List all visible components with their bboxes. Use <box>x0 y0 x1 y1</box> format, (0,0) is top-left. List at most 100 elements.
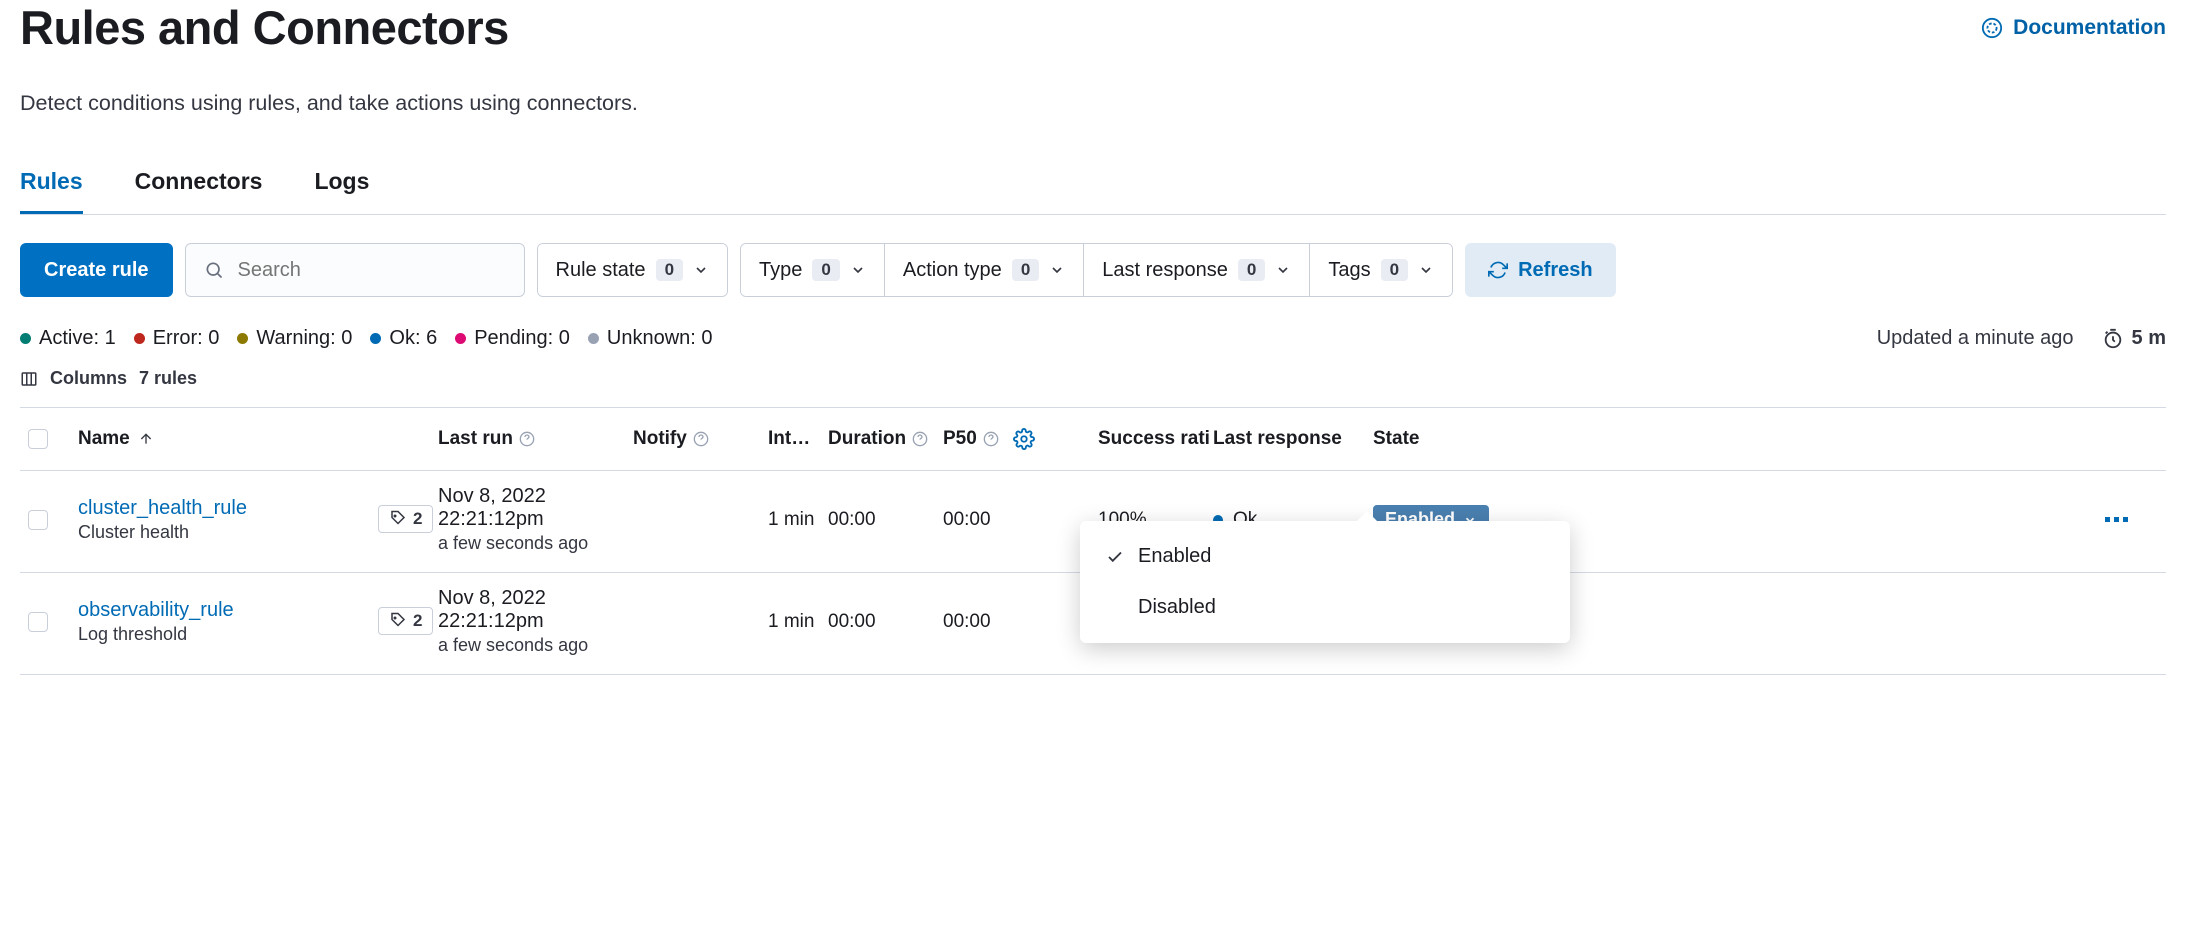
refresh-interval: 5 m <box>2132 327 2166 350</box>
rule-name-link[interactable]: cluster_health_rule <box>78 497 247 520</box>
column-duration[interactable]: Duration <box>828 428 943 450</box>
toolbar: Create rule Rule state 0 Type 0 Action t… <box>20 243 2166 297</box>
columns-button[interactable]: Columns <box>50 368 127 389</box>
filter-label: Action type <box>903 259 1002 282</box>
filter-count: 0 <box>1381 259 1408 281</box>
filter-label: Rule state <box>556 259 646 282</box>
table-row: cluster_health_rule Cluster health 2 Nov… <box>20 471 2166 573</box>
column-p50[interactable]: P50 <box>943 428 1098 450</box>
search-icon <box>204 260 224 280</box>
duration-value: 00:00 <box>828 509 943 531</box>
column-name[interactable]: Name <box>78 428 378 450</box>
rule-name-link[interactable]: observability_rule <box>78 599 234 622</box>
search-input[interactable] <box>238 259 506 282</box>
column-state[interactable]: State <box>1373 428 1523 450</box>
filter-rule-state[interactable]: Rule state 0 <box>538 244 728 296</box>
create-rule-button[interactable]: Create rule <box>20 243 173 297</box>
interval-value: 1 min <box>768 509 828 531</box>
filter-tags[interactable]: Tags 0 <box>1310 244 1452 296</box>
chevron-down-icon <box>693 262 709 278</box>
popover-disabled-option[interactable]: Disabled <box>1080 582 1570 633</box>
status-warning: Warning: 0 <box>237 327 352 350</box>
row-checkbox[interactable] <box>28 510 48 530</box>
column-last-run[interactable]: Last run <box>438 428 633 450</box>
last-run-time: 22:21:12pm <box>438 508 588 531</box>
filter-count: 0 <box>812 259 839 281</box>
column-last-response[interactable]: Last response <box>1213 428 1373 450</box>
table-header: Name Last run Notify Int… Duration P50 S… <box>20 408 2166 471</box>
filter-label: Tags <box>1328 259 1370 282</box>
search-wrapper <box>185 243 525 297</box>
status-unknown: Unknown: 0 <box>588 327 713 350</box>
rule-subtitle: Cluster health <box>78 522 247 543</box>
rules-table: Name Last run Notify Int… Duration P50 S… <box>20 407 2166 675</box>
filter-rule-state-group: Rule state 0 <box>537 243 729 297</box>
refresh-button[interactable]: Refresh <box>1465 243 1615 297</box>
check-icon <box>1106 548 1124 566</box>
status-pending: Pending: 0 <box>455 327 570 350</box>
help-icon <box>519 431 535 447</box>
column-interval[interactable]: Int… <box>768 428 828 450</box>
status-error: Error: 0 <box>134 327 220 350</box>
page-subtitle: Detect conditions using rules, and take … <box>20 91 2166 116</box>
state-popover: Enabled Disabled <box>1080 521 1570 643</box>
last-run-date: Nov 8, 2022 <box>438 485 588 508</box>
last-run-ago: a few seconds ago <box>438 635 588 656</box>
columns-icon <box>20 370 38 388</box>
rules-count: 7 rules <box>139 368 197 389</box>
clock-refresh-icon <box>2102 328 2124 350</box>
select-all-checkbox[interactable] <box>28 429 48 449</box>
filter-action-type[interactable]: Action type 0 <box>885 244 1084 296</box>
last-run-date: Nov 8, 2022 <box>438 587 588 610</box>
refresh-icon <box>1488 260 1508 280</box>
filter-label: Type <box>759 259 802 282</box>
gear-icon[interactable] <box>1013 428 1035 450</box>
filter-main-group: Type 0 Action type 0 Last response 0 Tag… <box>740 243 1453 297</box>
status-ok: Ok: 6 <box>370 327 437 350</box>
rule-subtitle: Log threshold <box>78 624 234 645</box>
status-row: Active: 1 Error: 0 Warning: 0 Ok: 6 Pend… <box>20 327 2166 350</box>
documentation-link[interactable]: Documentation <box>1981 0 2166 40</box>
tab-connectors[interactable]: Connectors <box>135 168 263 214</box>
tag-icon <box>389 612 407 630</box>
interval-value: 1 min <box>768 611 828 633</box>
last-run-time: 22:21:12pm <box>438 610 588 633</box>
chevron-down-icon <box>850 262 866 278</box>
column-success-ratio[interactable]: Success rati <box>1098 428 1213 450</box>
tag-count-badge[interactable]: 2 <box>378 607 433 635</box>
filter-label: Last response <box>1102 259 1228 282</box>
filter-count: 0 <box>1012 259 1039 281</box>
filter-count: 0 <box>656 259 683 281</box>
filter-type[interactable]: Type 0 <box>741 244 885 296</box>
filter-count: 0 <box>1238 259 1265 281</box>
help-icon <box>693 431 709 447</box>
chevron-down-icon <box>1418 262 1434 278</box>
chevron-down-icon <box>1049 262 1065 278</box>
status-active: Active: 1 <box>20 327 116 350</box>
help-circle-icon <box>1981 17 2003 39</box>
chevron-down-icon <box>1275 262 1291 278</box>
column-notify[interactable]: Notify <box>633 428 768 450</box>
page-title: Rules and Connectors <box>20 0 509 55</box>
tag-count-badge[interactable]: 2 <box>378 505 433 533</box>
sort-up-icon <box>138 431 154 447</box>
tab-logs[interactable]: Logs <box>314 168 369 214</box>
refresh-label: Refresh <box>1518 259 1592 282</box>
help-icon <box>983 431 999 447</box>
table-meta: Columns 7 rules <box>20 368 2166 389</box>
p50-value: 00:00 <box>943 611 1098 633</box>
tag-icon <box>389 510 407 528</box>
tabs: Rules Connectors Logs <box>20 168 2166 215</box>
filter-last-response[interactable]: Last response 0 <box>1084 244 1310 296</box>
tab-rules[interactable]: Rules <box>20 168 83 214</box>
p50-value: 00:00 <box>943 509 1098 531</box>
row-actions-button[interactable] <box>1523 517 2158 522</box>
status-counts: Active: 1 Error: 0 Warning: 0 Ok: 6 Pend… <box>20 327 713 350</box>
updated-label: Updated a minute ago <box>1877 327 2074 350</box>
help-icon <box>912 431 928 447</box>
duration-value: 00:00 <box>828 611 943 633</box>
documentation-label: Documentation <box>2013 16 2166 40</box>
status-meta: Updated a minute ago 5 m <box>1877 327 2166 350</box>
row-checkbox[interactable] <box>28 612 48 632</box>
popover-enabled-option[interactable]: Enabled <box>1080 531 1570 582</box>
